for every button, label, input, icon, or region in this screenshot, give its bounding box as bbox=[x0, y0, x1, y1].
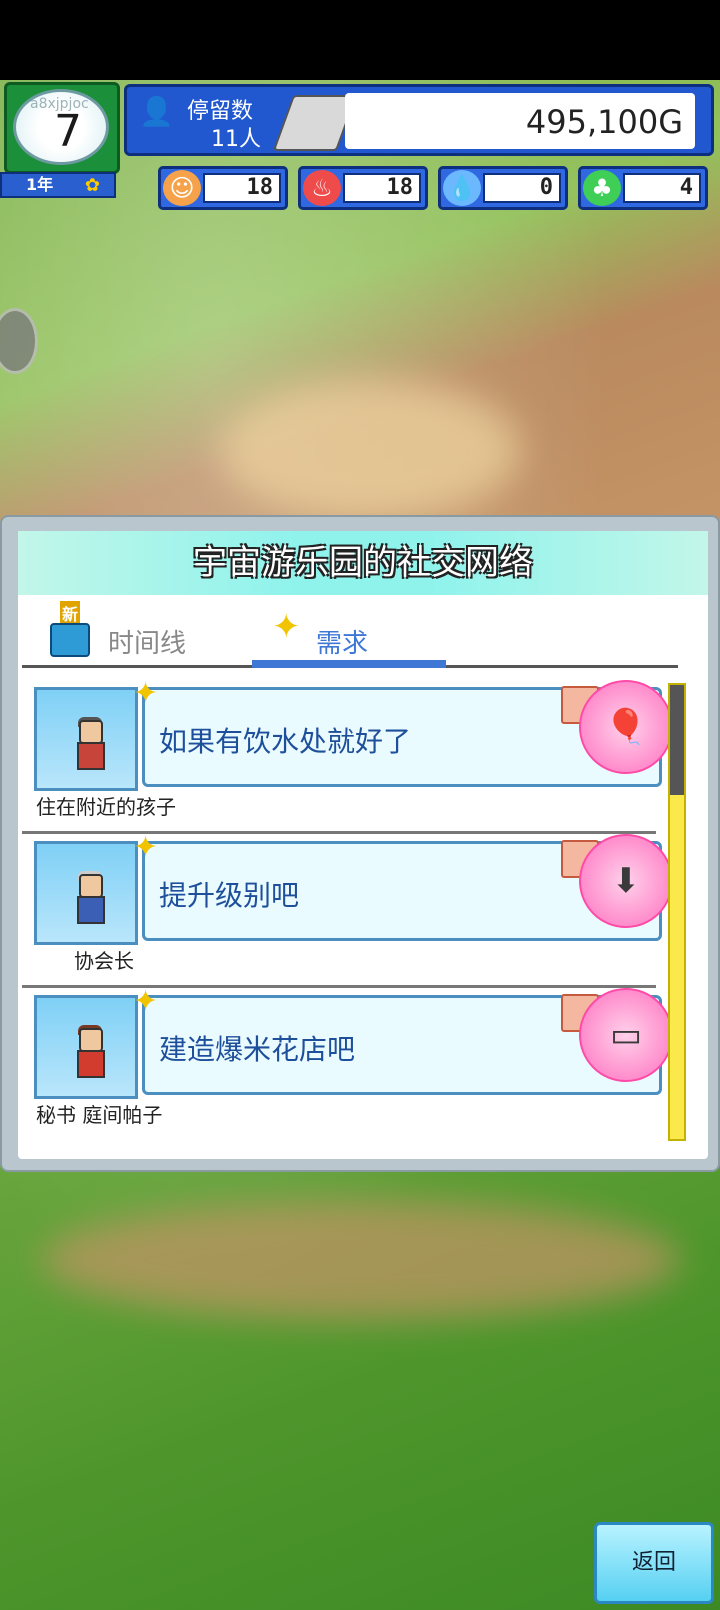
park-header: 👤 停留数 11人 495,100G bbox=[124, 84, 714, 156]
avatar bbox=[34, 995, 138, 1099]
child-icon bbox=[75, 717, 105, 770]
sparkle-icon: ✦ bbox=[133, 676, 159, 711]
sunflower-icon: ✿ bbox=[84, 175, 100, 196]
stat-value: 18 bbox=[203, 173, 281, 203]
list-item[interactable]: ✦ 建造爆米花店吧 ▭ 秘书 庭间帕子 bbox=[22, 984, 673, 1137]
social-network-panel: 宇宙游乐园的社交网络 新 时间线 ✦ 需求 ✦ 如果有饮水处就好了 🎈 住在附近… bbox=[0, 515, 720, 1172]
sparkle-icon: ✦ bbox=[272, 607, 301, 647]
scrollbar-thumb[interactable] bbox=[670, 685, 684, 795]
requester-name: 协会长 bbox=[74, 949, 134, 973]
requester-name: 秘书 庭间帕子 bbox=[36, 1103, 163, 1127]
money-value: 495,100G bbox=[525, 103, 683, 141]
scrollbar[interactable] bbox=[668, 683, 686, 1141]
needs-list: ✦ 如果有饮水处就好了 🎈 住在附近的孩子 ✦ 提升级别吧 ⬇ 协会长 ✦ 建造… bbox=[22, 676, 673, 1151]
request-text: 建造爆米花店吧 bbox=[159, 1033, 356, 1066]
request-bubble[interactable]: ✦ 如果有饮水处就好了 🎈 bbox=[133, 676, 673, 787]
clock-hour: 7 bbox=[54, 106, 82, 157]
fire-icon: ♨ bbox=[303, 170, 341, 206]
money-icon: ▭ bbox=[579, 988, 673, 1082]
clock-face: a8xjpjoc 7 bbox=[13, 89, 109, 165]
stat-value: 18 bbox=[343, 173, 421, 203]
balloon-icon: 🎈 bbox=[579, 680, 673, 774]
sparkle-icon: ✦ bbox=[133, 984, 159, 1019]
secretary-icon bbox=[75, 1025, 105, 1078]
tab-needs[interactable]: ✦ 需求 bbox=[252, 601, 446, 668]
list-item[interactable]: ✦ 提升级别吧 ⬇ 协会长 bbox=[22, 830, 673, 983]
tab-timeline[interactable]: 新 时间线 bbox=[48, 601, 228, 661]
list-item[interactable]: ✦ 如果有饮水处就好了 🎈 住在附近的孩子 bbox=[22, 676, 673, 829]
year-badge: 1年 ✿ bbox=[0, 172, 116, 198]
happy-icon: ☺ bbox=[163, 170, 201, 206]
clock-widget: a8xjpjoc 7 bbox=[4, 82, 120, 174]
tab-bar: 新 时间线 ✦ 需求 bbox=[22, 595, 678, 668]
stat-value: 0 bbox=[483, 173, 561, 203]
stat-badge-water: 💧 0 bbox=[438, 166, 568, 210]
panel-content: 宇宙游乐园的社交网络 新 时间线 ✦ 需求 ✦ 如果有饮水处就好了 🎈 住在附近… bbox=[18, 531, 708, 1159]
stat-badges: ☺ 18 ♨ 18 💧 0 ♣ 4 bbox=[158, 166, 714, 210]
back-button[interactable]: 返回 bbox=[594, 1522, 714, 1604]
path-blur bbox=[40, 1200, 680, 1320]
stat-badge-fire: ♨ 18 bbox=[298, 166, 428, 210]
year-label: 1年 bbox=[26, 175, 54, 194]
attraction-blur bbox=[220, 380, 520, 520]
stat-value: 4 bbox=[623, 173, 701, 203]
visitors-count: 11人 bbox=[211, 127, 261, 152]
sparkle-icon: ✦ bbox=[133, 830, 159, 865]
stat-badge-leaf: ♣ 4 bbox=[578, 166, 708, 210]
visitor-icon: 👤 bbox=[139, 95, 174, 128]
leaf-icon: ♣ bbox=[583, 170, 621, 206]
request-bubble[interactable]: ✦ 建造爆米花店吧 ▭ bbox=[133, 984, 673, 1095]
request-text: 提升级别吧 bbox=[159, 879, 300, 912]
request-text: 如果有饮水处就好了 bbox=[159, 725, 412, 758]
panel-title: 宇宙游乐园的社交网络 bbox=[18, 531, 708, 595]
request-bubble[interactable]: ✦ 提升级别吧 ⬇ bbox=[133, 830, 673, 941]
tab-active-indicator bbox=[252, 660, 446, 668]
camera-icon bbox=[50, 623, 90, 657]
new-badge: 新 bbox=[60, 601, 81, 625]
water-icon: 💧 bbox=[443, 170, 481, 206]
tab-needs-label: 需求 bbox=[316, 629, 369, 659]
money-down-icon: ⬇ bbox=[579, 834, 673, 928]
stat-badge-happy: ☺ 18 bbox=[158, 166, 288, 210]
requester-name: 住在附近的孩子 bbox=[36, 795, 176, 819]
avatar bbox=[34, 687, 138, 791]
elder-icon bbox=[75, 871, 105, 924]
avatar bbox=[34, 841, 138, 945]
status-bar-area bbox=[0, 0, 720, 80]
tab-timeline-label: 时间线 bbox=[108, 629, 187, 659]
money-display: 495,100G bbox=[345, 93, 695, 149]
